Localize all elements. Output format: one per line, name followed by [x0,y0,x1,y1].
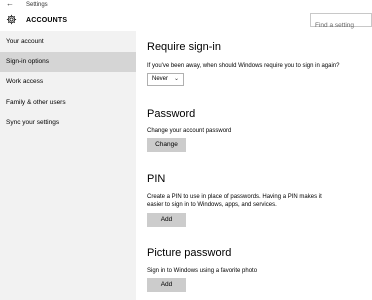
search-input[interactable] [311,19,371,32]
sidebar: Your account Sign-in options Work access… [0,31,136,300]
require-signin-selected: Never [152,76,169,82]
pin-heading: PIN [147,173,166,185]
change-password-button[interactable]: Change [147,138,186,152]
sidebar-item-sync-settings[interactable]: Sync your settings [0,113,136,133]
gear-icon [6,14,17,25]
sidebar-item-work-access[interactable]: Work access [0,72,136,92]
window-title: Settings [26,2,48,8]
add-picture-password-button[interactable]: Add [147,278,186,292]
password-description: Change your account password [147,128,232,134]
pin-description-line1: Create a PIN to use in place of password… [147,194,322,200]
sidebar-item-sign-in-options[interactable]: Sign-in options [0,52,136,72]
app-header: ACCOUNTS [0,10,372,32]
chevron-down-icon: ⌄ [173,76,179,82]
pin-description-line2: easier to sign in to Windows, apps, and … [147,202,277,208]
main-content: Require sign-in If you've been away, whe… [136,31,372,300]
password-heading: Password [147,108,196,120]
page-title: ACCOUNTS [26,17,68,24]
search-box[interactable] [310,13,372,32]
window-titlebar: ← Settings [0,0,372,10]
sidebar-item-family-other-users[interactable]: Family & other users [0,93,136,113]
picture-password-description: Sign in to Windows using a favorite phot… [147,268,258,274]
add-pin-button[interactable]: Add [147,213,186,227]
require-signin-question: If you've been away, when should Windows… [147,63,340,69]
require-signin-dropdown[interactable]: Never ⌄ [147,73,184,86]
sidebar-item-your-account[interactable]: Your account [0,32,136,52]
picture-password-heading: Picture password [147,247,232,259]
require-signin-heading: Require sign-in [147,41,221,53]
back-arrow-icon[interactable]: ← [6,0,14,9]
